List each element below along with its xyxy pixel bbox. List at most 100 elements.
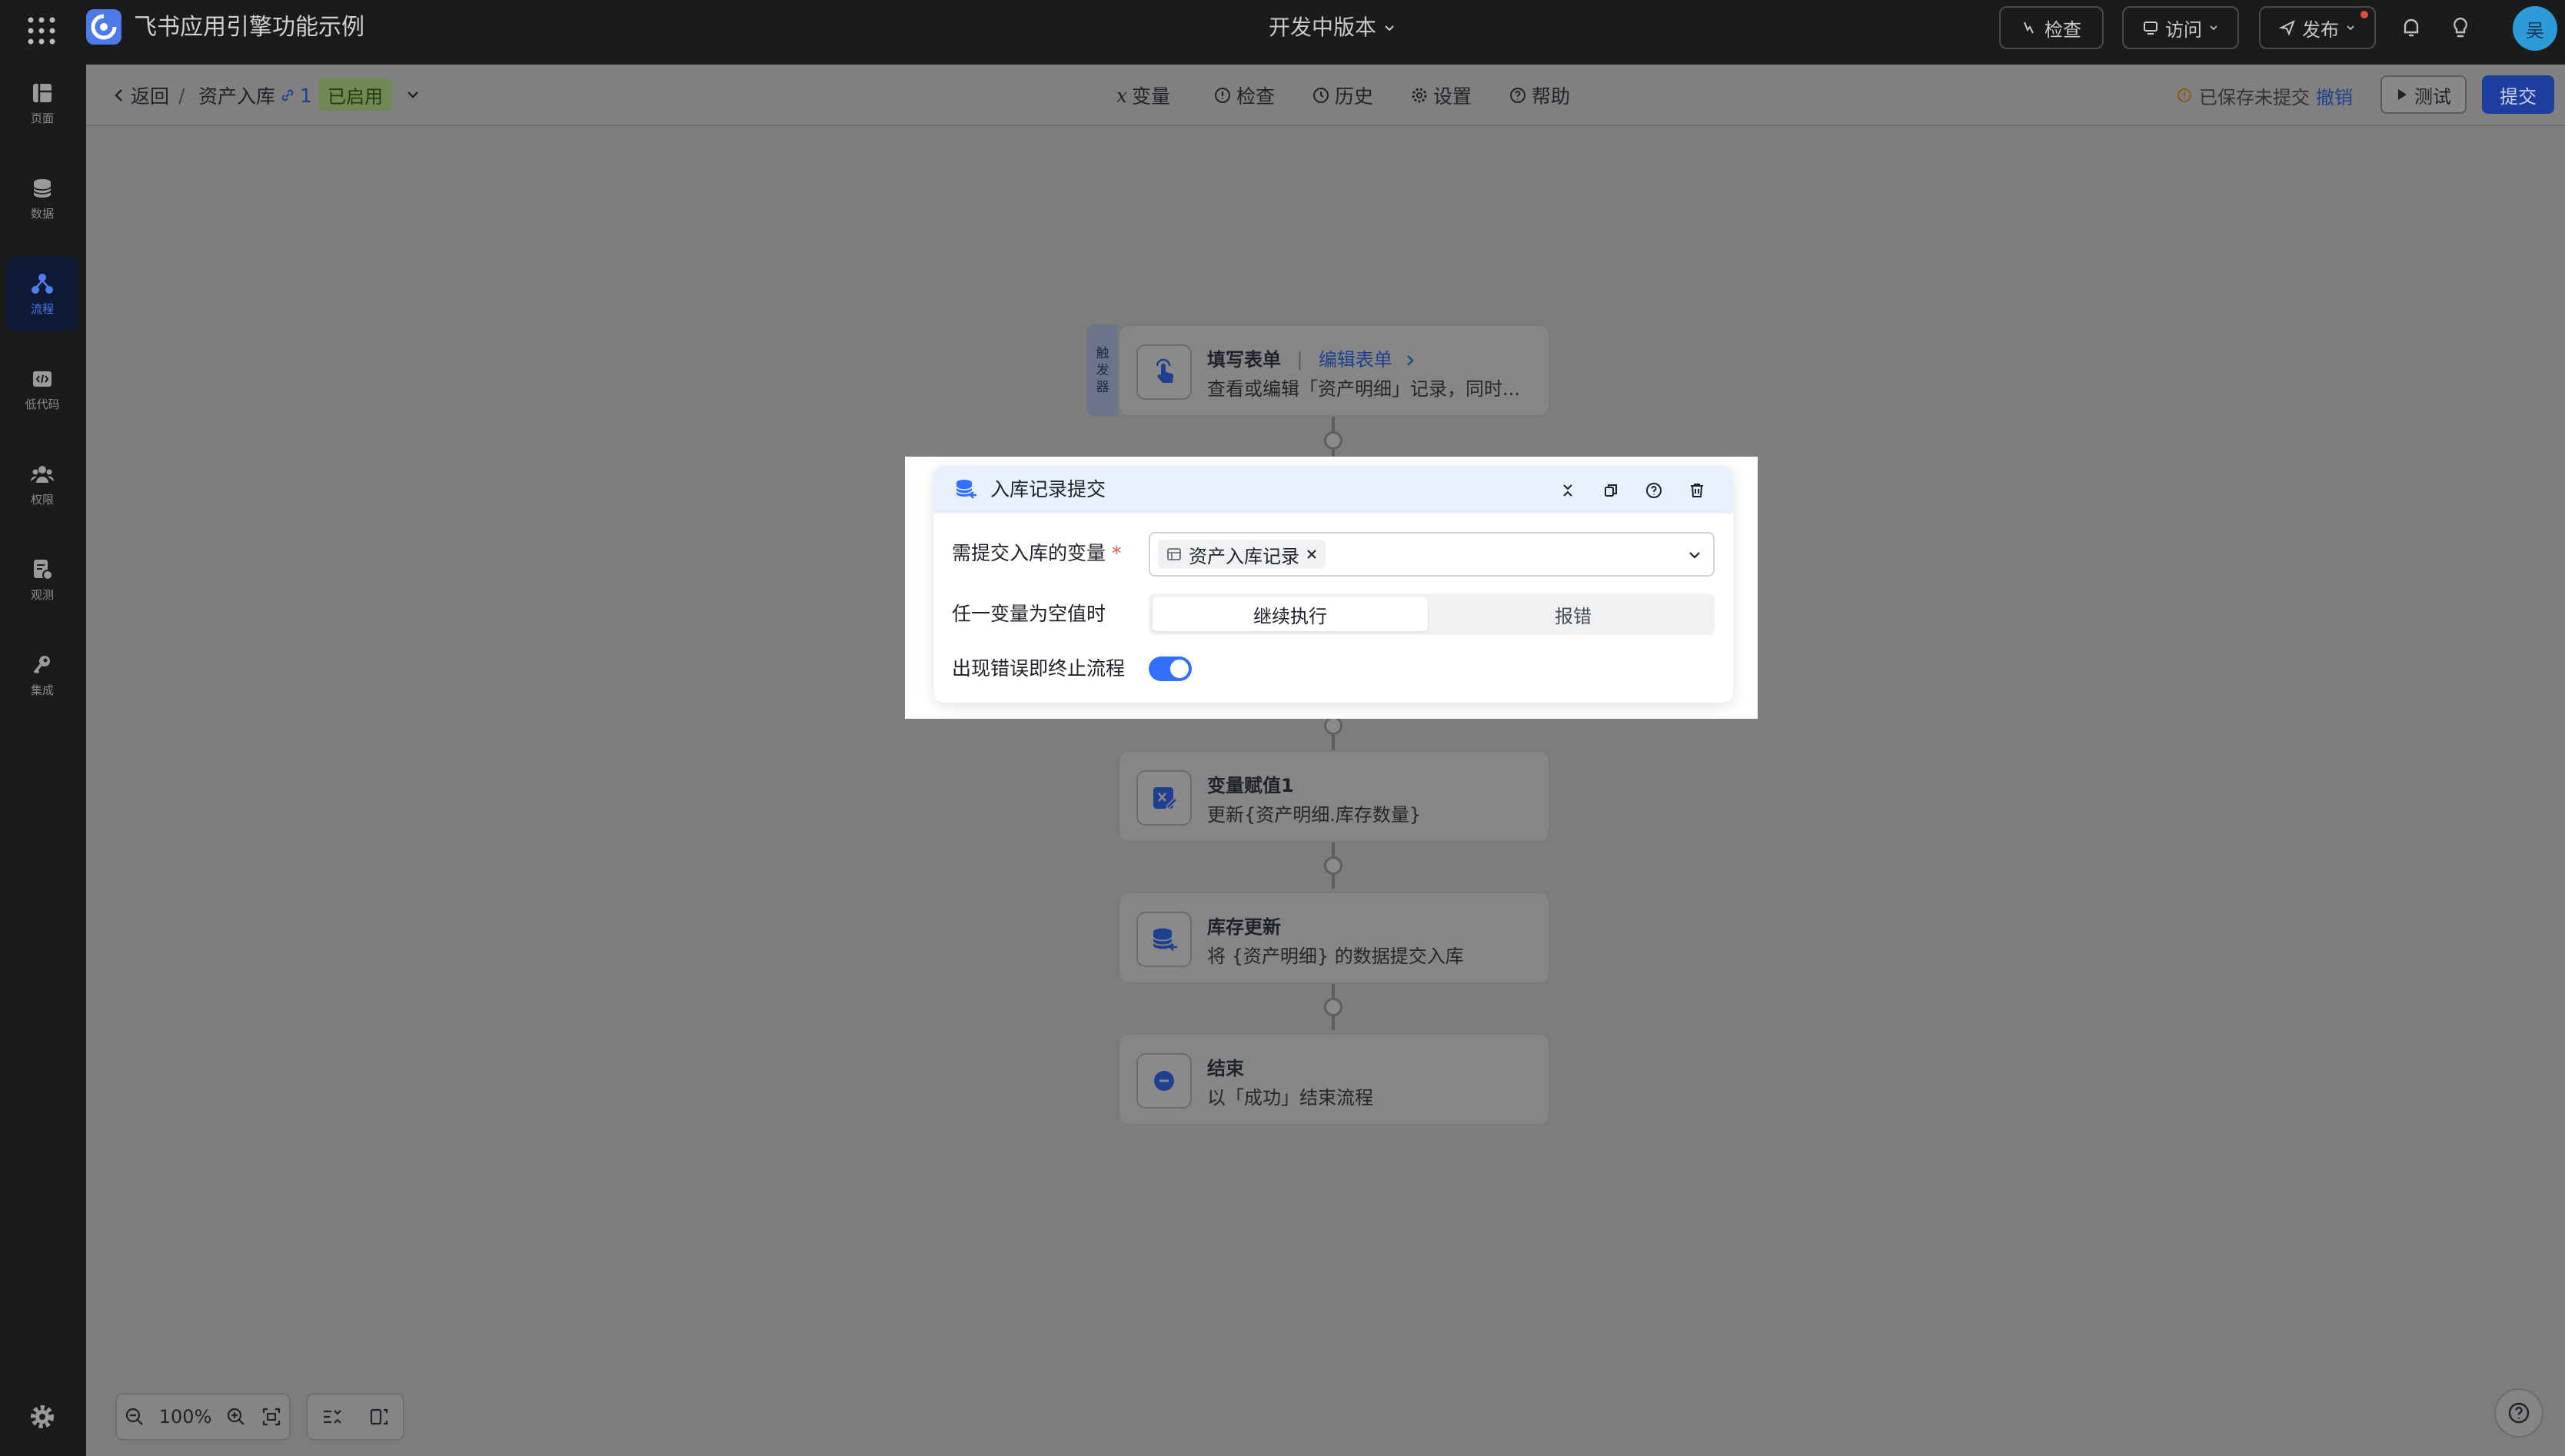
rail-label-pages: 页面 — [30, 111, 54, 125]
field-label-text: 需提交入库的变量 — [952, 542, 1106, 564]
avatar[interactable]: 吴 — [2513, 6, 2557, 51]
code-icon — [30, 367, 55, 391]
rail-item-permissions[interactable]: 权限 — [6, 447, 78, 521]
revoke-link[interactable]: 撤销 — [2316, 82, 2353, 109]
visit-button[interactable]: 访问 — [2122, 6, 2239, 49]
rail-item-flow[interactable]: 流程 — [6, 257, 78, 331]
trigger-tag-char: 器 — [1096, 380, 1110, 395]
key-icon — [30, 653, 55, 677]
tool-history[interactable]: 历史 — [1312, 80, 1373, 111]
node-title-text: 填写表单 — [1207, 349, 1281, 371]
node-title: 填写表单 | 编辑表单 — [1207, 344, 1416, 371]
flow-node-end[interactable]: 结束 以「成功」结束流程 — [1118, 1033, 1550, 1125]
version-label: 开发中版本 — [1269, 15, 1377, 40]
rail-label-data: 数据 — [30, 206, 54, 221]
rail-item-data[interactable]: 数据 — [6, 161, 78, 235]
submit-button[interactable]: 提交 — [2482, 75, 2554, 114]
chevron-down-icon[interactable] — [1687, 547, 1702, 563]
hand-pointer-icon — [1136, 344, 1192, 400]
publish-notification-dot — [2360, 11, 2368, 18]
warning-icon — [2176, 87, 2193, 104]
publish-label: 发布 — [2302, 18, 2339, 41]
test-button[interactable]: 测试 — [2380, 75, 2467, 114]
add-node-button[interactable] — [1324, 716, 1342, 735]
flow-node-assign[interactable]: 变量赋值1 更新{资产明细.库存数量} — [1118, 750, 1550, 843]
tool-settings[interactable]: 设置 — [1410, 80, 1472, 111]
check-button[interactable]: 检查 — [1999, 6, 2104, 49]
variable-select[interactable]: 资产入库记录 — [1149, 532, 1715, 577]
help-icon — [2507, 1401, 2531, 1425]
fit-view-icon[interactable] — [261, 1406, 282, 1428]
version-count: 1 — [300, 84, 312, 107]
tool-check[interactable]: 检查 — [1213, 80, 1275, 111]
flow-toolbar: 返回 / 资产入库 1 已启用 𝑥 变量 检查 历史 设置 帮助 已保存未提交 … — [86, 65, 2565, 126]
chevron-down-icon[interactable] — [404, 86, 421, 103]
help-icon[interactable] — [1642, 479, 1665, 502]
app-grid-icon[interactable] — [26, 15, 57, 46]
info-icon — [1213, 86, 1232, 105]
rail-item-observe[interactable]: 观测 — [6, 543, 78, 617]
node-desc: 查看或编辑「资产明细」记录，同时... — [1207, 378, 1520, 400]
zoom-in-icon[interactable] — [225, 1406, 247, 1428]
collapse-all-icon[interactable] — [321, 1406, 342, 1428]
tool-help[interactable]: 帮助 — [1509, 80, 1570, 111]
close-icon[interactable] — [1306, 548, 1318, 560]
back-button[interactable]: 返回 — [112, 80, 169, 111]
edit-form-link[interactable]: 编辑表单 — [1319, 349, 1392, 371]
add-node-button[interactable] — [1324, 856, 1342, 875]
terminate-toggle[interactable] — [1149, 657, 1192, 681]
help-icon — [1509, 86, 1527, 105]
flow-name: 资产入库 — [198, 85, 276, 108]
flow-node-update[interactable]: 库存更新 将 {资产明细} 的数据提交入库 — [1118, 892, 1550, 984]
breadcrumb-separator: / — [178, 84, 185, 107]
node-desc: 以「成功」结束流程 — [1207, 1087, 1373, 1109]
rail-label-lowcode: 低代码 — [25, 397, 60, 411]
test-label: 测试 — [2414, 85, 2451, 108]
tool-variables[interactable]: 𝑥 变量 — [1116, 80, 1170, 111]
check-icon — [2021, 19, 2038, 36]
chevron-right-icon — [1405, 353, 1416, 368]
node-title: 结束 — [1207, 1058, 1244, 1079]
option-error[interactable]: 报错 — [1436, 597, 1711, 631]
zoom-level: 100% — [158, 1406, 212, 1428]
add-node-button[interactable] — [1324, 431, 1342, 450]
database-icon — [1136, 912, 1192, 967]
send-icon — [2279, 19, 2296, 36]
collapse-icon[interactable] — [1556, 479, 1579, 502]
option-continue[interactable]: 继续执行 — [1153, 597, 1428, 631]
rail-item-integration[interactable]: 集成 — [6, 638, 78, 712]
zoom-controls: 100% — [115, 1393, 291, 1441]
chevron-down-icon — [2208, 22, 2219, 33]
expand-panel-icon[interactable] — [368, 1406, 390, 1428]
add-node-button[interactable] — [1324, 998, 1342, 1016]
gear-icon[interactable] — [28, 1402, 57, 1431]
database-icon — [30, 176, 55, 201]
stop-icon — [1136, 1053, 1192, 1109]
field-label-variables: 需提交入库的变量 * — [952, 540, 1121, 567]
lightbulb-icon[interactable] — [2447, 14, 2477, 45]
version-selector[interactable]: 开发中版本 — [1269, 12, 1396, 43]
field-label-terminate: 出现错误即终止流程 — [952, 657, 1126, 680]
check-label: 检查 — [2044, 18, 2081, 41]
app-logo-icon — [86, 9, 121, 45]
tag-label: 资产入库记录 — [1189, 545, 1299, 567]
dialog-header: 入库记录提交 — [933, 466, 1733, 514]
bell-icon[interactable] — [2397, 14, 2428, 45]
required-marker: * — [1111, 542, 1122, 564]
publish-button[interactable]: 发布 — [2259, 6, 2376, 49]
rail-item-lowcode[interactable]: 低代码 — [6, 352, 78, 426]
zoom-out-icon[interactable] — [124, 1406, 145, 1428]
save-status: 已保存未提交 撤销 — [2176, 80, 2353, 111]
copy-icon[interactable] — [1599, 479, 1622, 502]
layout-icon — [30, 81, 55, 105]
variable-icon: 𝑥 — [1116, 84, 1128, 107]
help-button[interactable] — [2494, 1388, 2543, 1438]
gear-icon — [1410, 86, 1429, 105]
rail-item-pages[interactable]: 页面 — [6, 66, 78, 140]
top-bar: 飞书应用引擎功能示例 开发中版本 检查 访问 发布 吴 — [0, 0, 2565, 65]
flow-canvas[interactable]: 返回 / 资产入库 1 已启用 𝑥 变量 检查 历史 设置 帮助 已保存未提交 … — [86, 65, 2565, 1456]
node-title: 库存更新 — [1207, 916, 1281, 938]
trigger-tag-char: 触 — [1096, 346, 1110, 361]
trash-icon[interactable] — [1685, 479, 1708, 502]
flow-node-trigger[interactable]: 填写表单 | 编辑表单 查看或编辑「资产明细」记录，同时... — [1118, 324, 1550, 417]
